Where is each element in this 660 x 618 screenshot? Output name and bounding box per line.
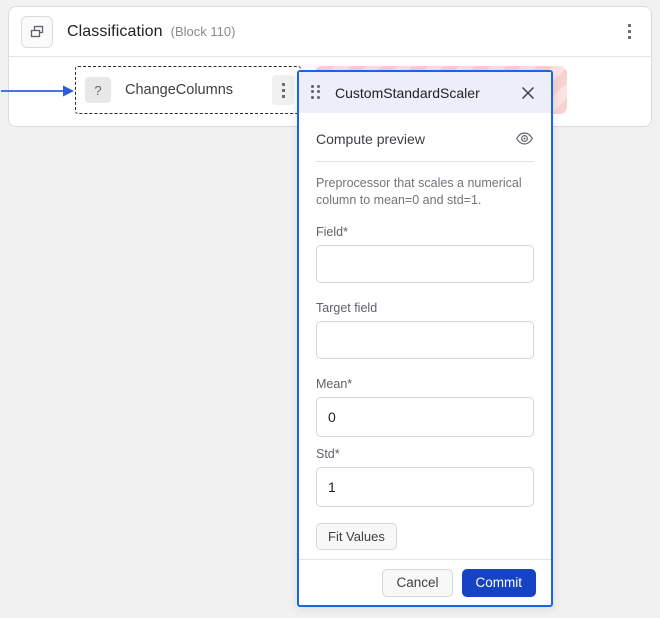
std-input[interactable] xyxy=(316,467,534,507)
field-group-std: Std* xyxy=(316,447,534,507)
dialog-footer: Cancel Commit xyxy=(299,559,551,605)
field-input[interactable] xyxy=(316,245,534,283)
drag-handle-icon[interactable] xyxy=(311,84,321,101)
dialog-description: Preprocessor that scales a numerical col… xyxy=(316,176,522,207)
dialog-title: CustomStandardScaler xyxy=(335,84,480,101)
close-icon[interactable] xyxy=(519,84,537,102)
block-subtitle: (Block 110) xyxy=(170,24,236,39)
compute-preview-row: Compute preview xyxy=(316,129,534,161)
commit-button[interactable]: Commit xyxy=(461,568,536,597)
vertical-dots-icon xyxy=(627,24,631,27)
custom-standard-scaler-dialog: CustomStandardScaler Compute preview Pre… xyxy=(297,70,553,607)
field-label-std: Std* xyxy=(316,447,340,461)
vertical-dots-icon xyxy=(281,88,285,92)
vertical-dots-icon xyxy=(627,30,631,33)
divider xyxy=(316,161,534,162)
compute-preview-label: Compute preview xyxy=(316,130,425,147)
copy-blocks-icon xyxy=(21,15,53,48)
app-root: Classification (Block 110) ? ChangeColum… xyxy=(0,0,660,618)
field-label-mean: Mean* xyxy=(316,377,353,391)
dialog-body: Compute preview Preprocessor that scales… xyxy=(299,113,551,559)
field-group-field: Field* xyxy=(316,225,534,283)
cancel-button[interactable]: Cancel xyxy=(382,568,453,597)
mean-input[interactable] xyxy=(316,397,534,437)
dialog-header[interactable]: CustomStandardScaler xyxy=(299,72,551,113)
field-label-field: Field* xyxy=(316,225,348,239)
question-mark-icon: ? xyxy=(85,77,111,103)
target-field-input[interactable] xyxy=(316,321,534,359)
page-title: Classification xyxy=(67,22,163,40)
eye-icon[interactable] xyxy=(515,129,534,148)
node-change-columns[interactable]: ? ChangeColumns xyxy=(75,66,301,114)
field-group-mean: Mean* xyxy=(316,377,534,437)
vertical-dots-icon xyxy=(627,36,631,39)
fit-values-button[interactable]: Fit Values xyxy=(316,523,397,550)
block-overflow-menu-button[interactable] xyxy=(619,19,639,45)
node-overflow-menu-button[interactable] xyxy=(272,75,294,105)
field-label-target-field: Target field xyxy=(316,301,378,315)
vertical-dots-icon xyxy=(281,94,285,98)
field-group-target-field: Target field xyxy=(316,301,534,359)
vertical-dots-icon xyxy=(281,82,285,86)
block-header: Classification (Block 110) xyxy=(9,7,651,57)
connector-arrow-icon xyxy=(1,85,74,97)
node-label: ChangeColumns xyxy=(125,82,234,98)
